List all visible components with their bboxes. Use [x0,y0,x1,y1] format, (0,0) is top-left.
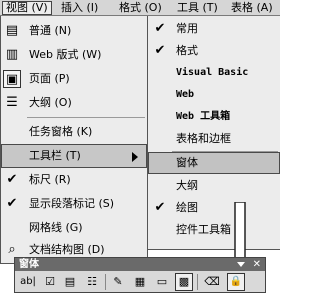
toolbar-item-standard[interactable]: ✔ 常用 [148,18,280,40]
menu-item-label: 大纲 [176,179,198,192]
menu-item-label: 显示段落标记 (S) [29,197,115,210]
menu-item-label: Web [176,89,195,100]
toolbar-item-web[interactable]: Web [148,84,280,106]
toolbar-separator [197,274,198,290]
dropdown-form-field-icon[interactable]: ▤ [61,273,79,291]
menu-item-label: Web 工具箱 [176,111,231,122]
view-menu-item-task-pane[interactable]: 任务窗格 (K) [1,120,147,144]
toolbar-item-formatting[interactable]: ✔ 格式 [148,40,280,62]
check-icon: ✔ [6,172,18,187]
toolbar-title: 窗体 [19,259,39,270]
view-menu-item-gridlines[interactable]: 网格线 (G) [1,216,147,240]
menubar: 视图 (V) 插入 (I) 格式 (O) 工具 (T) 表格 (A) [0,0,280,16]
reset-form-fields-icon[interactable]: ⌫ [203,273,221,291]
menu-view[interactable]: 视图 (V) [2,1,52,15]
menu-item-label: 格式 [176,44,198,57]
menu-item-label: 网格线 (G) [29,221,83,234]
page-layout-icon: ▣ [3,70,21,88]
form-field-shading-icon[interactable]: ▩ [175,273,193,291]
menu-item-label: 控件工具箱 [176,223,231,236]
close-icon[interactable]: ✕ [253,258,261,271]
toolbar-options-icon[interactable] [237,262,245,267]
checkbox-form-field-icon[interactable]: ☑ [41,273,59,291]
menu-table[interactable]: 表格 (A) [228,1,276,15]
toolbars-submenu: ✔ 常用 ✔ 格式 Visual Basic Web Web 工具箱 表格和边框… [147,16,280,250]
insert-table-icon[interactable]: ▦ [131,273,149,291]
check-icon: ✔ [154,21,166,36]
outline-icon: ☰ [6,95,18,110]
text-form-field-icon[interactable]: ab| [17,273,39,291]
web-layout-icon: ▥ [5,47,19,62]
menu-item-label: 大纲 (O) [29,96,72,109]
menu-format[interactable]: 格式 (O) [116,1,165,15]
menu-item-label: 绘图 [176,201,198,214]
toolbar-item-outlining[interactable]: 大纲 [148,175,280,197]
menu-tools[interactable]: 工具 (T) [174,1,221,15]
check-icon: ✔ [6,196,18,211]
menu-item-label: 窗体 [176,156,198,169]
view-menu-item-ruler[interactable]: ✔ 标尺 (R) [1,168,147,192]
view-menu-item-outline[interactable]: ☰ 大纲 (O) [1,91,147,115]
menu-item-label: Web 版式 (W) [29,48,102,61]
toolbar-item-forms[interactable]: 窗体 [148,152,280,174]
view-menu-item-web-layout[interactable]: ▥ Web 版式 (W) [1,43,147,67]
toolbar-item-web-tools[interactable]: Web 工具箱 [148,106,280,128]
protect-form-icon[interactable]: 🔒 [227,273,245,291]
view-menu-item-toolbars[interactable]: 工具栏 (T) [1,144,147,168]
form-field-options-icon[interactable]: ☷ [83,273,101,291]
menu-item-label: 标尺 (R) [29,173,71,186]
menu-item-label: 常用 [176,22,198,35]
toolbar-title-bar[interactable]: 窗体 ✕ [15,258,265,271]
insert-frame-icon[interactable]: ▭ [153,273,171,291]
toolbar-separator [105,274,106,290]
toolbar-item-tables-borders[interactable]: 表格和边框 [148,128,280,150]
toolbar-item-visual-basic[interactable]: Visual Basic [148,62,280,84]
draw-table-icon[interactable]: ✎ [109,273,127,291]
toolbar-item-drawing[interactable]: ✔ 绘图 [148,197,280,219]
menu-item-label: 任务窗格 (K) [29,125,93,138]
view-menu: ▤ 普通 (N) ▥ Web 版式 (W) ▣ 页面 (P) ☰ 大纲 (O) … [0,16,148,264]
check-icon: ✔ [154,43,166,58]
view-menu-item-page[interactable]: ▣ 页面 (P) [1,67,147,91]
submenu-arrow-icon [132,152,138,162]
menu-item-label: 工具栏 (T) [29,149,81,162]
view-menu-item-normal[interactable]: ▤ 普通 (N) [1,19,147,43]
menu-item-label: 表格和边框 [176,132,231,145]
toolbar-item-control-toolbox[interactable]: 控件工具箱 [148,219,280,241]
menu-insert[interactable]: 插入 (I) [58,1,101,15]
menu-item-label: Visual Basic [176,67,249,78]
normal-view-icon: ▤ [5,23,19,38]
forms-toolbar[interactable]: 窗体 ✕ ab| ☑ ▤ ☷ ✎ ▦ ▭ ▩ ⌫ 🔒 [14,257,266,293]
menu-item-label: 页面 (P) [29,72,70,85]
check-icon: ✔ [154,200,166,215]
view-menu-item-paragraph-marks[interactable]: ✔ 显示段落标记 (S) [1,192,147,216]
menu-separator [27,117,145,118]
menu-item-label: 普通 (N) [29,24,72,37]
